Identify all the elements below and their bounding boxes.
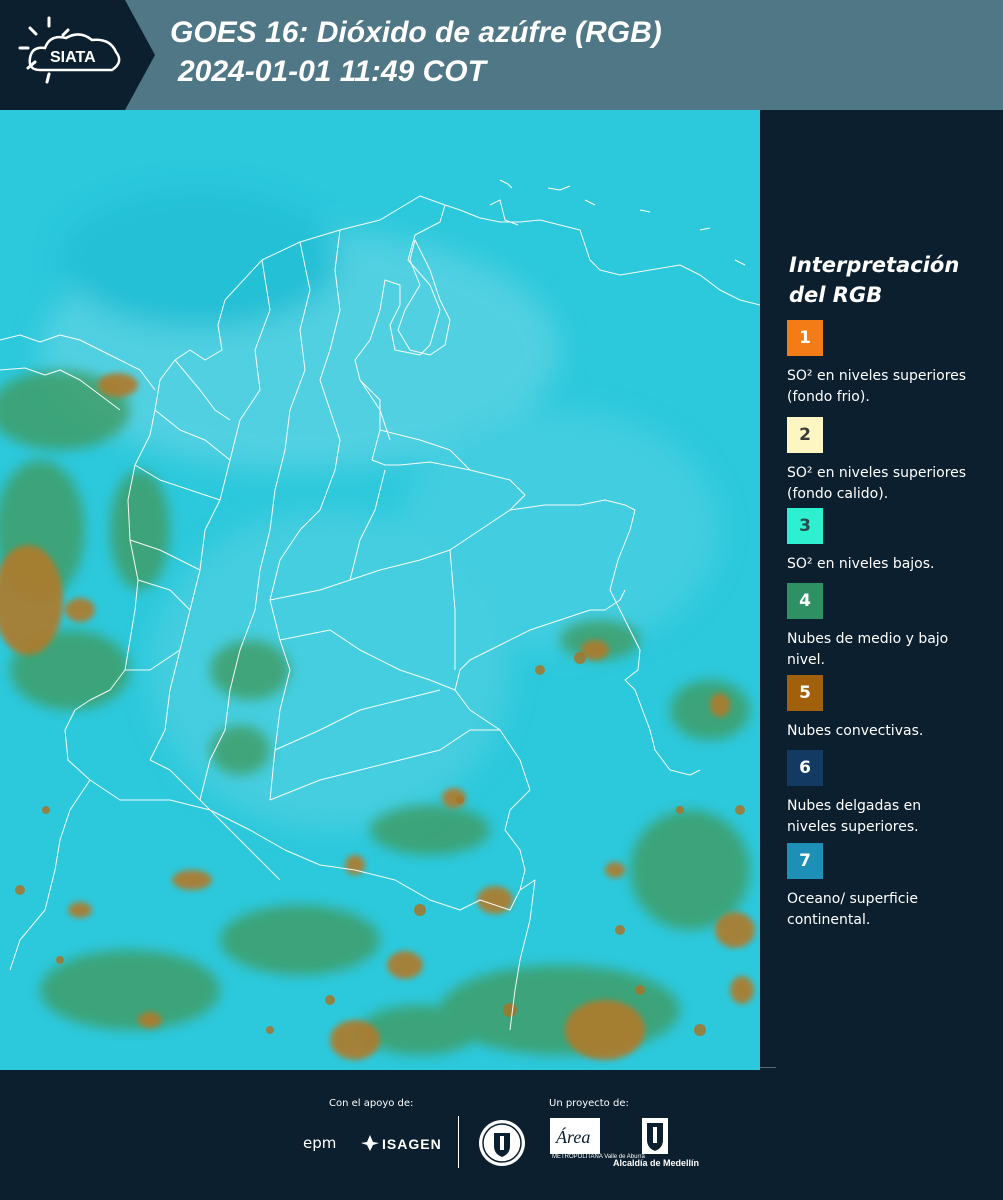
legend-item-4: 4 Nubes de medio y bajo nivel. (787, 583, 987, 671)
legend-number-3: 3 (799, 516, 811, 536)
page-title: GOES 16: Dióxido de azúfre (RGB) (170, 16, 662, 49)
legend-item-7: 7 Oceano/ superficie continental. (787, 843, 987, 931)
legend-item-2: 2 SO² en niveles superiores (fondo calid… (787, 417, 987, 505)
header-bar: SIATA GOES 16: Dióxido de azúfre (RGB) 2… (0, 0, 1003, 110)
isagen-logo-icon (361, 1135, 379, 1151)
legend-panel: Interpretación del RGB 1 SO² en niveles … (760, 110, 1003, 1070)
epm-logo: epm (303, 1134, 337, 1152)
footer: Con el apoyo de: Un proyecto de: epm ISA… (0, 1070, 1003, 1200)
legend-number-6: 6 (799, 758, 811, 778)
legend-item-6: 6 Nubes delgadas en niveles superiores. (787, 750, 987, 838)
siata-logo-graphic: SIATA (0, 0, 155, 110)
legend-swatch-4: 4 (787, 583, 823, 619)
legend-swatch-3: 3 (787, 508, 823, 544)
legend-swatch-2: 2 (787, 417, 823, 453)
legend-item-1: 1 SO² en niveles superiores (fondo frio)… (787, 320, 987, 408)
legend-swatch-5: 5 (787, 675, 823, 711)
siata-logo-text: SIATA (50, 49, 96, 66)
legend-divider (760, 1067, 776, 1068)
legend-swatch-7: 7 (787, 843, 823, 879)
legend-title: Interpretación del RGB (789, 250, 989, 310)
legend-title-line1: Interpretación (789, 253, 960, 277)
legend-number-5: 5 (799, 683, 811, 703)
legend-desc-7: Oceano/ superficie continental. (787, 891, 918, 928)
legend-number-4: 4 (799, 591, 811, 611)
legend-swatch-6: 6 (787, 750, 823, 786)
legend-desc-2: SO² en niveles superiores (fondo calido)… (787, 465, 967, 502)
medellin-seal-icon (479, 1120, 525, 1166)
satellite-map (0, 110, 760, 1070)
legend-number-1: 1 (799, 328, 811, 348)
isagen-logo: ISAGEN (382, 1136, 442, 1152)
legend-number-7: 7 (799, 851, 811, 871)
page-timestamp: 2024-01-01 11:49 COT (178, 55, 486, 88)
legend-desc-1: SO² en niveles superiores (fondo frio). (787, 368, 967, 405)
legend-number-2: 2 (799, 425, 811, 445)
alcaldia-shield-icon (642, 1118, 668, 1154)
legend-title-line2: del RGB (789, 283, 883, 307)
siata-logo: SIATA (0, 0, 155, 110)
legend-swatch-1: 1 (787, 320, 823, 356)
satellite-image (0, 110, 760, 1070)
area-logo-text: Área (555, 1126, 590, 1147)
footer-divider (458, 1116, 459, 1168)
alcaldia-label: Alcaldía de Medellín (613, 1158, 700, 1168)
legend-desc-6: Nubes delgadas en niveles superiores. (787, 798, 922, 835)
support-label: Con el apoyo de: (329, 1098, 414, 1109)
legend-desc-4: Nubes de medio y bajo nivel. (787, 631, 949, 668)
project-label: Un proyecto de: (549, 1098, 629, 1109)
area-metropolitana-logo: Área (550, 1118, 600, 1154)
